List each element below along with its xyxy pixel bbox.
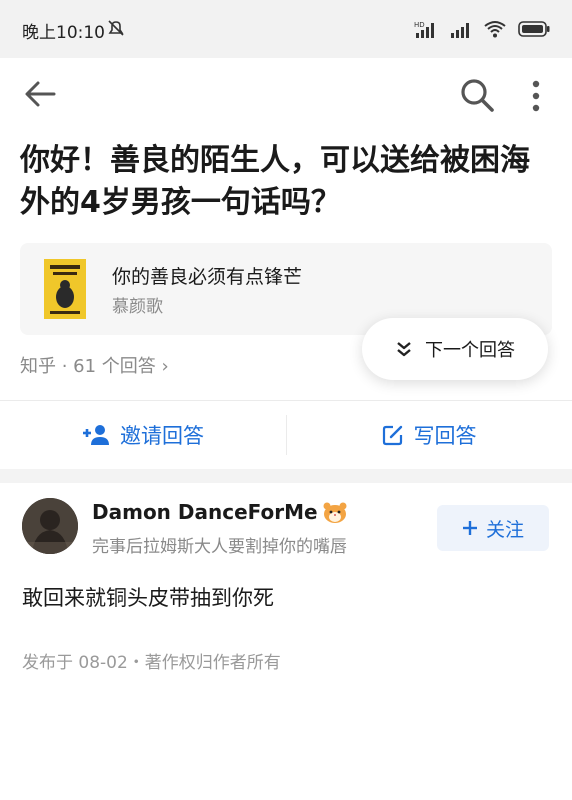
book-title: 你的善良必须有点锋芒 <box>112 266 303 288</box>
svg-text:HD: HD <box>414 21 425 29</box>
back-arrow-icon[interactable] <box>22 76 58 112</box>
write-answer-button[interactable]: 写回答 <box>286 401 572 469</box>
question-title[interactable]: 你好！善良的陌生人，可以送给被困海外的4岁男孩一句话吗？ <box>20 140 552 224</box>
double-chevron-down-icon <box>397 342 411 357</box>
book-cover-art <box>44 259 86 319</box>
author-bio: 完事后拉姆斯大人要割掉你的嘴唇 <box>92 537 347 557</box>
status-time: 晚上10:10 <box>22 23 105 43</box>
hamster-emoji-icon <box>323 502 347 523</box>
next-answer-label: 下一个回答 <box>425 340 515 361</box>
author-name: Damon DanceForMe <box>92 500 318 524</box>
wifi-icon <box>484 21 506 38</box>
follow-label: 关注 <box>485 518 524 541</box>
avatar[interactable] <box>22 498 78 554</box>
answer-content[interactable]: 敢回来就铜头皮带抽到你死 <box>22 582 274 612</box>
answer-footer: 发布于 08-02・著作权归作者所有 <box>22 653 281 673</box>
follow-button[interactable]: 关注 <box>437 505 549 551</box>
book-author: 慕颜歌 <box>112 297 163 317</box>
mute-bell-icon <box>108 20 124 36</box>
add-person-icon <box>83 425 109 445</box>
action-bar: 邀请回答 写回答 <box>0 400 572 470</box>
more-vertical-icon[interactable] <box>526 78 546 114</box>
plus-icon <box>462 521 477 535</box>
answer-count-link[interactable]: 知乎 · 61 个回答 › <box>20 352 169 378</box>
answer-count-text: 知乎 · 61 个回答 <box>20 356 156 377</box>
invite-answer-button[interactable]: 邀请回答 <box>0 401 286 469</box>
search-icon[interactable] <box>458 76 496 114</box>
hd-signal-icon: HD <box>414 21 434 38</box>
chevron-right-icon: › <box>161 356 169 377</box>
signal-icon <box>451 23 469 38</box>
section-separator <box>0 469 572 483</box>
avatar-image <box>22 498 78 554</box>
invite-answer-label: 邀请回答 <box>120 424 204 448</box>
book-cover-image <box>44 259 86 319</box>
edit-icon <box>382 425 402 446</box>
next-answer-button[interactable]: 下一个回答 <box>362 318 548 380</box>
battery-icon <box>518 21 550 37</box>
status-icons: HD <box>414 18 550 40</box>
author-name-row[interactable]: Damon DanceForMe <box>92 500 348 524</box>
write-answer-label: 写回答 <box>413 424 477 448</box>
